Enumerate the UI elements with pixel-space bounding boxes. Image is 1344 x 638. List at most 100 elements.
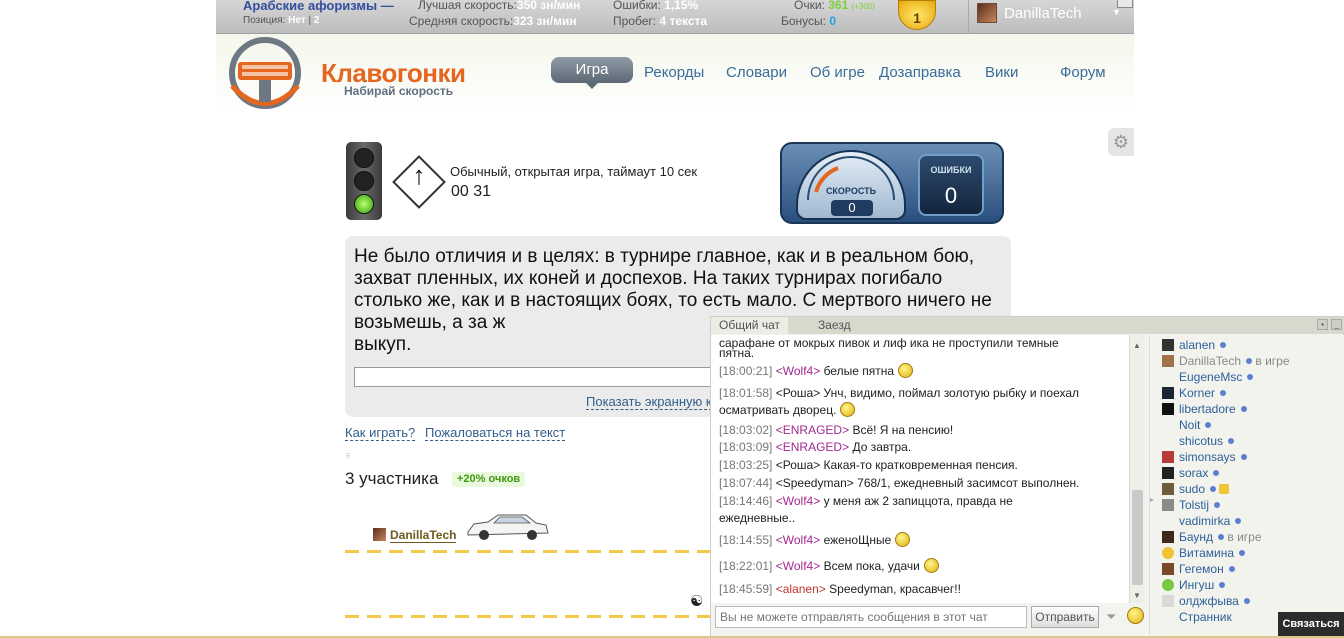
nav-item-about[interactable]: Об игре [810,64,865,81]
message-nick[interactable]: <Wolf4> [776,364,820,378]
message-nick[interactable]: <Wolf4> [776,533,820,547]
username[interactable]: DanillaTech [1004,5,1082,22]
nav-item-game[interactable]: Игра [551,57,633,89]
tab-general-chat[interactable]: Общий чат [711,317,788,334]
message-nick[interactable]: <ENRAGED> [776,440,849,454]
user-name[interactable]: Korner [1179,386,1215,400]
user-name[interactable]: Баунд [1179,530,1213,544]
how-to-play-link[interactable]: Как играть? [345,425,416,441]
contact-button[interactable]: Связаться [1278,612,1344,636]
scrollbar-thumb[interactable] [1132,490,1143,585]
message-time: [18:14:46] [719,494,773,508]
user-name[interactable]: Noit [1179,418,1200,432]
message-time: [18:03:25] [719,458,773,472]
level-coin-icon[interactable]: 1 [898,0,936,30]
message-nick[interactable]: <ENRAGED> [776,423,849,437]
mail-icon[interactable] [1117,0,1133,8]
show-keyboard-link[interactable]: Показать экранную к [586,394,712,410]
steering-wheel-logo-icon[interactable] [226,36,304,110]
user-name[interactable]: Странник [1179,610,1232,624]
list-item[interactable]: Гегемон [1162,561,1342,577]
nav-item-refuel[interactable]: Дозаправка [879,64,961,81]
list-item[interactable]: Витамина [1162,545,1342,561]
errors-box: ОШИБКИ 0 [918,154,984,216]
list-item[interactable]: олджфыва [1162,593,1342,609]
message-time: [18:03:09] [719,440,773,454]
user-name[interactable]: олджфыва [1179,594,1239,608]
chevron-down-icon[interactable]: ▼ [1112,7,1121,17]
minimize-icon[interactable]: _ [1331,319,1342,330]
complain-link[interactable]: Пожаловаться на текст [425,425,566,441]
panel-divider[interactable]: ▸ [1149,335,1157,635]
list-item[interactable]: sudo [1162,481,1342,497]
message-nick[interactable]: <Wolf4> [776,494,820,508]
bonuses-label: Бонусы: [781,14,826,28]
chat-message-input[interactable] [715,606,1027,628]
message-text: Всем пока, удачи [823,559,920,573]
status-dot-icon [1214,502,1221,508]
user-name[interactable]: Ингуш [1179,578,1214,592]
position-label: Позиция: [243,15,286,26]
errors-stat: Ошибки: 1,15% [613,0,698,12]
list-item[interactable]: Korner [1162,385,1342,401]
smiley-icon [923,558,939,573]
nav-item-wiki[interactable]: Вики [985,64,1018,81]
track-lane-line [345,550,715,553]
list-item[interactable]: Noit [1162,417,1342,433]
user-name[interactable]: EugeneMsc [1179,370,1242,384]
user-name[interactable]: Витамина [1179,546,1234,560]
list-item[interactable]: sorax [1162,465,1342,481]
status-dot-icon [1219,582,1226,588]
tab-race-chat[interactable]: Заезд [810,317,859,334]
list-item[interactable]: Ингуш [1162,577,1342,593]
list-item[interactable]: shicotus [1162,433,1342,449]
filter-icon[interactable]: ⏷ [1106,609,1116,625]
user-name[interactable]: sudo [1179,482,1205,496]
gear-icon[interactable]: ⚙ [1108,128,1134,156]
nav-item-dictionaries[interactable]: Словари [726,64,787,81]
dictionary-title[interactable]: Арабские афоризмы — [243,0,394,13]
position-sep: | [308,15,312,26]
message-nick[interactable]: <Speedyman> [776,476,854,490]
user-name[interactable]: Tolstij [1179,498,1209,512]
list-item[interactable]: Tolstij [1162,497,1342,513]
user-name[interactable]: DanillaTech [1179,354,1241,368]
message-nick[interactable]: <Wolf4> [776,559,820,573]
user-name[interactable]: vadimirka [1179,514,1230,528]
list-item[interactable]: alanen [1162,337,1342,353]
list-item[interactable]: libertadore [1162,401,1342,417]
game-description: Обычный, открытая игра, таймаут 10 сек [450,164,698,179]
user-name[interactable]: libertadore [1179,402,1236,416]
user-name[interactable]: shicotus [1179,434,1223,448]
message-nick[interactable]: <Роша> [776,458,820,472]
chat-scrollbar[interactable]: ▲ ▼ [1129,335,1145,603]
message-text: Speedyman, красавчег!! [829,582,961,596]
list-item[interactable]: simonsays [1162,449,1342,465]
user-name[interactable]: alanen [1179,338,1215,352]
send-button[interactable]: Отправить [1031,606,1099,628]
message-nick[interactable]: <Роша> [776,386,820,400]
scroll-down-icon[interactable]: ▼ [1133,591,1141,600]
pin-icon[interactable]: ▪ [1317,319,1328,330]
status-dot-icon [1210,486,1217,492]
list-item[interactable]: vadimirka [1162,513,1342,529]
user-name[interactable]: simonsays [1179,450,1236,464]
message-text: ежедневные.. [719,511,796,525]
avatar [1162,563,1174,575]
message-nick[interactable]: <alanen> [776,582,826,596]
list-item[interactable]: DanillaTech в игре [1162,353,1342,369]
position-number: 2 [313,15,320,26]
nav-item-records[interactable]: Рекорды [644,64,704,81]
user-menu[interactable]: DanillaTech ▼ [968,0,1134,34]
user-name[interactable]: Гегемон [1179,562,1224,576]
smiley-picker-icon[interactable] [1127,607,1144,624]
smiley-icon [840,402,856,417]
nav-item-forum[interactable]: Форум [1060,64,1106,81]
drag-handle-icon[interactable]: ⠿ [346,453,354,461]
list-item[interactable]: Баунд в игре [1162,529,1342,545]
list-item[interactable]: EugeneMsc [1162,369,1342,385]
scroll-up-icon[interactable]: ▲ [1133,341,1141,350]
racer-name[interactable]: DanillaTech [390,528,457,543]
status-dot-icon [1213,470,1220,476]
user-name[interactable]: sorax [1179,466,1208,480]
